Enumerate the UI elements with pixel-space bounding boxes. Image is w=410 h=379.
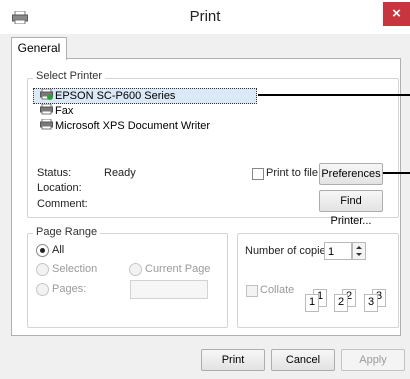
printer-name: EPSON SC-P600 Series: [55, 90, 176, 102]
all-radio[interactable]: [36, 244, 49, 257]
printer-icon: [40, 118, 53, 130]
selection-label[interactable]: Selection: [52, 263, 97, 275]
printer-item-xps[interactable]: Microsoft XPS Document Writer: [40, 118, 211, 133]
spinner-arrows-icon: [356, 246, 362, 256]
close-icon: ×: [392, 5, 401, 22]
printer-name: Microsoft XPS Document Writer: [55, 120, 211, 132]
status-label: Status:: [37, 167, 72, 179]
printer-item-fax[interactable]: Fax: [40, 103, 74, 118]
find-printer-button[interactable]: Find Printer...: [319, 190, 383, 227]
select-printer-title: Select Printer: [33, 70, 106, 82]
apply-button[interactable]: Apply: [341, 349, 405, 371]
selection-radio[interactable]: [36, 263, 49, 276]
tab-general[interactable]: General: [11, 37, 67, 60]
all-label[interactable]: All: [52, 244, 64, 256]
current-page-radio[interactable]: [129, 263, 142, 276]
collate-page-number: 3: [368, 296, 375, 308]
collate-page-number: 1: [309, 296, 316, 308]
collate-page-front: 3: [364, 294, 378, 312]
collate-page-front: 1: [305, 294, 319, 312]
window-title: Print: [189, 8, 221, 25]
copies-input[interactable]: 1: [324, 242, 352, 260]
collate-label[interactable]: Collate: [260, 284, 294, 296]
comment-label: Comment:: [37, 198, 88, 210]
cancel-button[interactable]: Cancel: [271, 349, 335, 371]
page-range-title: Page Range: [33, 226, 101, 238]
print-button[interactable]: Print: [201, 349, 265, 371]
number-of-copies-label: Number of copies:: [245, 245, 335, 257]
printer-item-epson[interactable]: EPSON SC-P600 Series: [40, 88, 176, 103]
callout-line-printer: [258, 94, 410, 96]
printer-default-icon: [40, 88, 53, 100]
preferences-button[interactable]: Preferences: [319, 163, 383, 185]
pages-input[interactable]: [130, 280, 208, 299]
close-button[interactable]: ×: [383, 2, 410, 26]
callout-line-preferences: [383, 172, 410, 174]
print-to-file-checkbox[interactable]: [252, 168, 264, 180]
pages-label[interactable]: Pages:: [52, 283, 86, 295]
collate-page-number: 2: [338, 296, 345, 308]
collate-checkbox[interactable]: [246, 285, 258, 297]
printer-name: Fax: [55, 105, 74, 117]
current-page-label[interactable]: Current Page: [145, 263, 210, 275]
collate-page-front: 2: [334, 294, 348, 312]
fax-icon: [40, 103, 53, 115]
copies-spinner[interactable]: [352, 242, 366, 260]
print-to-file-label[interactable]: Print to file: [266, 167, 318, 179]
pages-radio[interactable]: [36, 283, 49, 296]
status-value: Ready: [104, 167, 136, 179]
location-label: Location:: [37, 182, 82, 194]
